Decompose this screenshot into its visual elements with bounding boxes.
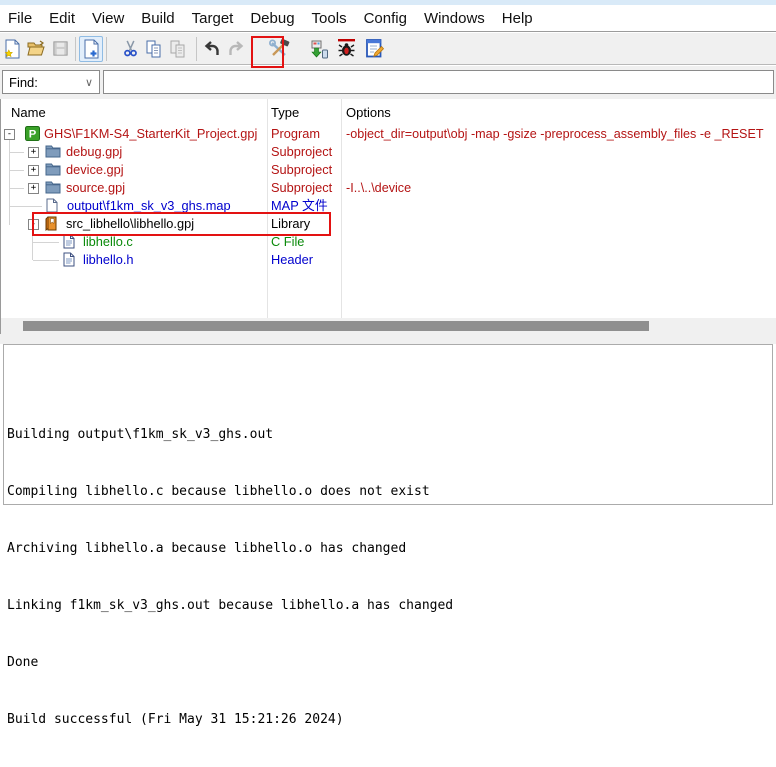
tree-item-label[interactable]: debug.gpj — [66, 143, 122, 161]
table-row[interactable]: libhello.h Header — [1, 251, 776, 269]
menu-file[interactable]: File — [8, 10, 32, 27]
project-tree-panel: Name Type Options P GHS\F1KM-S4_StarterK… — [0, 99, 776, 318]
download-target-icon — [309, 39, 329, 59]
toolbar-separator — [251, 37, 252, 61]
build-button[interactable] — [267, 36, 291, 62]
redo-button[interactable] — [224, 36, 248, 62]
menu-target[interactable]: Target — [192, 10, 234, 27]
menu-bar: File Edit View Build Target Debug Tools … — [0, 5, 776, 32]
table-row[interactable]: output\f1km_sk_v3_ghs.map MAP 文件 — [1, 197, 776, 215]
copy-button[interactable] — [142, 36, 166, 62]
menu-tools[interactable]: Tools — [312, 10, 347, 27]
cut-icon — [121, 39, 140, 58]
tree-item-type: Subproject — [271, 179, 332, 197]
svg-text:P: P — [29, 129, 37, 141]
new-file-icon — [2, 39, 22, 59]
scrollbar-thumb[interactable] — [23, 321, 649, 331]
open-folder-icon — [26, 39, 46, 59]
save-icon — [51, 39, 70, 58]
debug-bug-icon — [336, 38, 357, 59]
table-row[interactable]: libhello.c C File — [1, 233, 776, 251]
column-header-name[interactable]: Name — [11, 105, 46, 120]
console-line: Linking f1km_sk_v3_ghs.out because libhe… — [7, 596, 453, 615]
tree-item-type: Program — [271, 125, 320, 143]
tree-item-type: C File — [271, 233, 304, 251]
toolbar-separator — [196, 37, 197, 61]
tree-item-type: Subproject — [271, 143, 332, 161]
copy-icon — [144, 39, 164, 59]
toolbar — [0, 33, 776, 65]
collapse-expander-icon[interactable] — [28, 219, 39, 230]
column-header-options[interactable]: Options — [346, 105, 391, 120]
menu-help[interactable]: Help — [502, 10, 533, 27]
redo-icon — [226, 39, 246, 59]
tree-item-type: Header — [271, 251, 313, 269]
save-button[interactable] — [48, 36, 72, 62]
panel-divider — [0, 334, 776, 344]
find-input[interactable] — [103, 70, 774, 94]
new-window-button[interactable] — [79, 36, 103, 62]
menu-edit[interactable]: Edit — [49, 10, 75, 27]
menu-windows[interactable]: Windows — [424, 10, 485, 27]
tree-item-label[interactable]: GHS\F1KM-S4_StarterKit_Project.gpj — [44, 125, 257, 143]
table-row[interactable]: source.gpj Subproject -I..\..\device — [1, 179, 776, 197]
table-row[interactable]: device.gpj Subproject — [1, 161, 776, 179]
console-line: Archiving libhello.a because libhello.o … — [7, 539, 453, 558]
tree-item-label[interactable]: output\f1km_sk_v3_ghs.map — [67, 197, 231, 215]
find-dropdown[interactable]: Find: ∨ — [2, 70, 100, 94]
menu-debug[interactable]: Debug — [250, 10, 294, 27]
menu-view[interactable]: View — [92, 10, 124, 27]
tree-item-type: Library — [271, 215, 310, 233]
build-icon — [268, 38, 290, 60]
tree-item-label[interactable]: source.gpj — [66, 179, 125, 197]
toolbar-separator — [75, 37, 76, 61]
collapse-expander-icon[interactable] — [4, 129, 15, 140]
tree-item-options: -I..\..\device — [346, 179, 411, 197]
find-label: Find: — [9, 75, 38, 90]
console-line: Done — [7, 653, 453, 672]
tree-item-label[interactable]: libhello.c — [83, 233, 133, 251]
find-bar: Find: ∨ — [0, 66, 776, 100]
menu-config[interactable]: Config — [364, 10, 407, 27]
edit-log-icon — [364, 38, 385, 59]
tree-item-label[interactable]: device.gpj — [66, 161, 124, 179]
console-line: Compiling libhello.c because libhello.o … — [7, 482, 453, 501]
edit-log-button[interactable] — [362, 36, 386, 62]
new-file-button[interactable] — [0, 36, 24, 62]
table-row[interactable]: P GHS\F1KM-S4_StarterKit_Project.gpj Pro… — [1, 125, 776, 143]
table-row[interactable]: debug.gpj Subproject — [1, 143, 776, 161]
tree-item-label[interactable]: libhello.h — [83, 251, 134, 269]
tree-item-type: Subproject — [271, 161, 332, 179]
new-document-icon — [81, 39, 101, 59]
console-line: Build successful (Fri May 31 15:21:26 20… — [7, 710, 453, 729]
undo-button[interactable] — [200, 36, 224, 62]
expand-expander-icon[interactable] — [28, 165, 39, 176]
console-line: Building output\f1km_sk_v3_ghs.out — [7, 425, 453, 444]
expand-expander-icon[interactable] — [28, 183, 39, 194]
tree-item-type: MAP 文件 — [271, 197, 328, 215]
expand-expander-icon[interactable] — [28, 147, 39, 158]
paste-icon — [168, 39, 188, 59]
chevron-down-icon: ∨ — [85, 76, 93, 89]
paste-button[interactable] — [166, 36, 190, 62]
undo-icon — [202, 39, 222, 59]
source-file-icon — [63, 252, 75, 272]
tree-item-label[interactable]: src_libhello\libhello.gpj — [66, 215, 194, 233]
debug-button[interactable] — [334, 36, 358, 62]
download-target-button[interactable] — [307, 36, 331, 62]
toolbar-separator — [106, 37, 107, 61]
cut-button[interactable] — [118, 36, 142, 62]
build-output-console[interactable]: Building output\f1km_sk_v3_ghs.out Compi… — [3, 344, 773, 505]
open-file-button[interactable] — [24, 36, 48, 62]
column-header-name[interactable]: Type — [271, 105, 299, 120]
menu-build[interactable]: Build — [141, 10, 174, 27]
build-output-text: Building output\f1km_sk_v3_ghs.out Compi… — [7, 387, 453, 767]
horizontal-scrollbar[interactable] — [0, 318, 776, 334]
table-row[interactable]: src_libhello\libhello.gpj Library — [1, 215, 776, 233]
tree-item-options: -object_dir=output\obj -map -gsize -prep… — [346, 125, 764, 143]
